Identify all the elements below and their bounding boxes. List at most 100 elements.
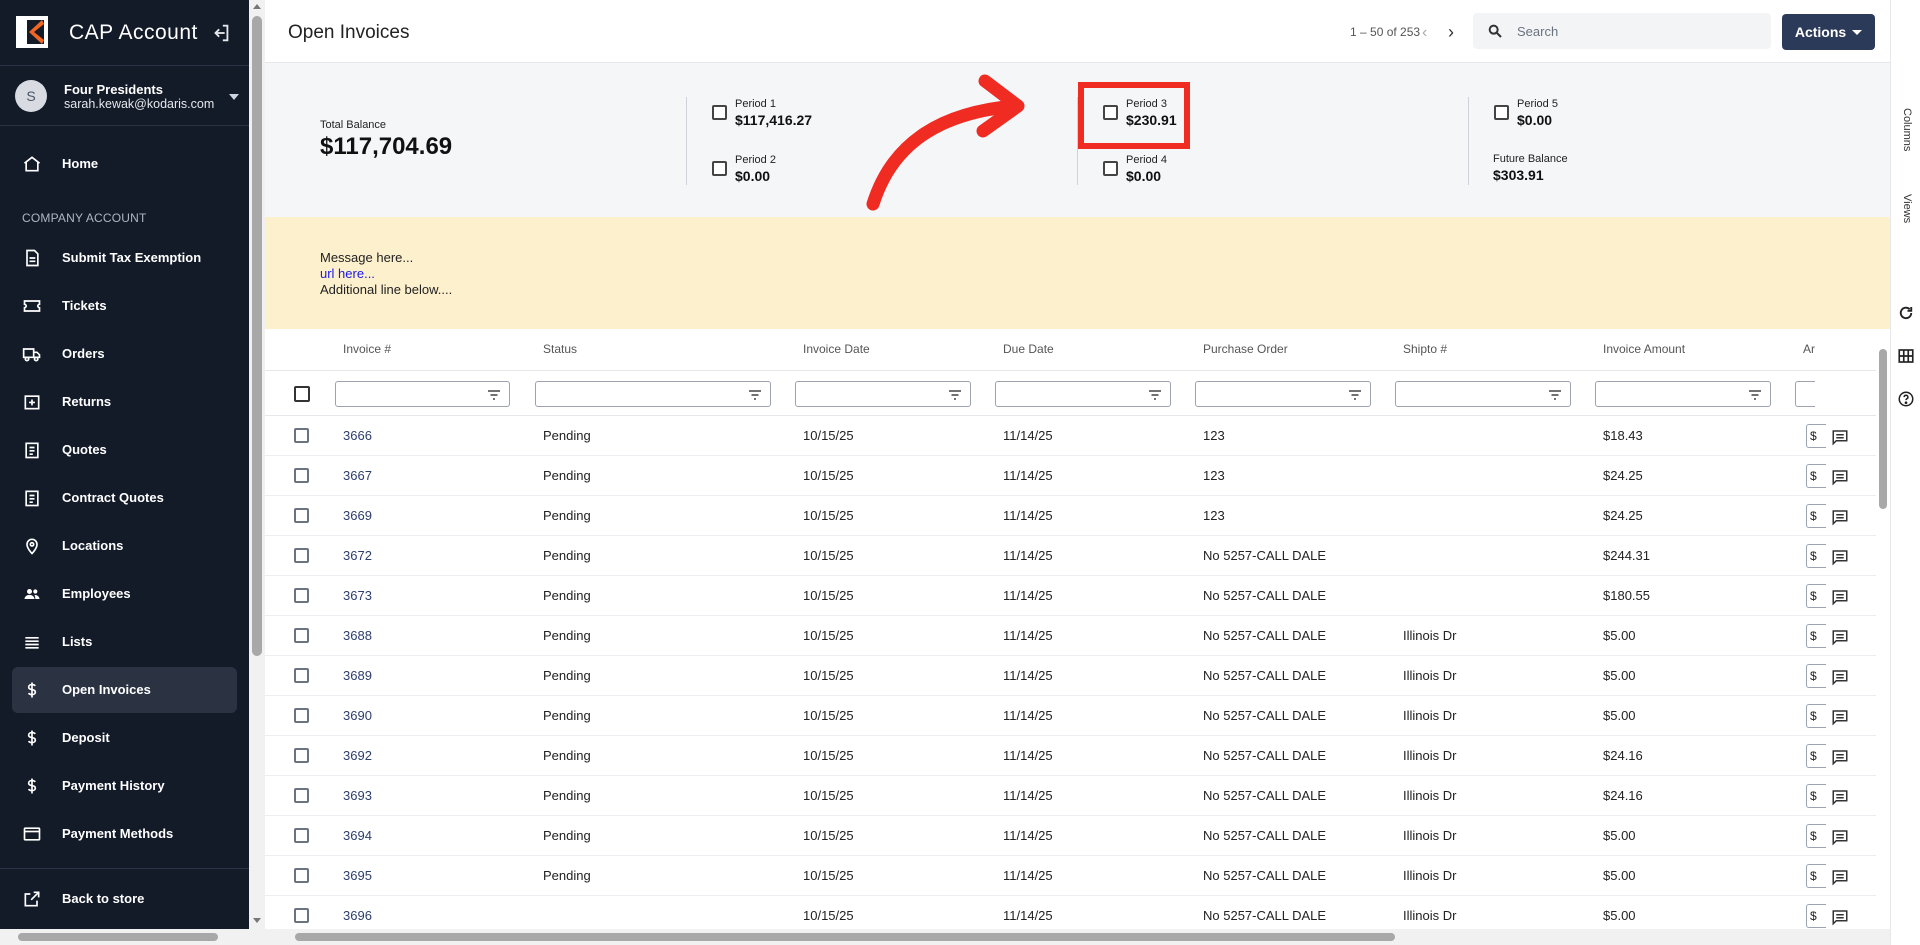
sidebar-item-contract-quotes[interactable]: Contract Quotes: [12, 475, 237, 521]
comment-icon[interactable]: [1831, 628, 1849, 646]
table-row[interactable]: 3669 Pending 10/15/25 11/14/25 123 $24.25 $: [265, 496, 1876, 536]
filter-icon[interactable]: [1348, 389, 1362, 401]
filter-input-invoice-amount[interactable]: [1595, 381, 1771, 407]
comment-icon[interactable]: [1831, 668, 1849, 686]
sidebar-item-open-invoices[interactable]: Open Invoices: [12, 667, 237, 713]
invoice-number-link[interactable]: 3694: [343, 828, 372, 843]
column-header-invoice-amount[interactable]: Invoice Amount: [1603, 342, 1685, 356]
sidebar-horizontal-scrollbar[interactable]: [0, 929, 249, 945]
row-checkbox[interactable]: [294, 908, 309, 923]
scrollbar-thumb[interactable]: [295, 933, 1395, 941]
truncated-amount-input[interactable]: $: [1806, 904, 1826, 928]
sidebar-item-tickets[interactable]: Tickets: [12, 283, 237, 329]
truncated-amount-input[interactable]: $: [1806, 464, 1826, 488]
table-row[interactable]: 3692 Pending 10/15/25 11/14/25 No 5257-CALL …: [265, 736, 1876, 776]
select-all-checkbox[interactable]: [294, 386, 310, 402]
search-box[interactable]: [1473, 13, 1771, 49]
table-row[interactable]: 3693 Pending 10/15/25 11/14/25 No 5257-CALL …: [265, 776, 1876, 816]
sidebar-item-home[interactable]: Home: [12, 141, 237, 187]
invoice-number-link[interactable]: 3673: [343, 588, 372, 603]
truncated-amount-input[interactable]: $: [1806, 624, 1826, 648]
filter-input-shipto[interactable]: [1395, 381, 1571, 407]
sidebar-item-payment-methods[interactable]: Payment Methods: [12, 811, 237, 857]
row-checkbox[interactable]: [294, 468, 309, 483]
filter-icon[interactable]: [1548, 389, 1562, 401]
row-checkbox[interactable]: [294, 508, 309, 523]
sidebar-item-locations[interactable]: Locations: [12, 523, 237, 569]
row-checkbox[interactable]: [294, 428, 309, 443]
table-row[interactable]: 3690 Pending 10/15/25 11/14/25 No 5257-CALL …: [265, 696, 1876, 736]
banner-link[interactable]: url here...: [320, 266, 375, 281]
search-input[interactable]: [1517, 21, 1757, 41]
chevron-left-icon[interactable]: ‹: [1422, 24, 1427, 42]
truncated-amount-input[interactable]: $: [1806, 824, 1826, 848]
truncated-amount-input[interactable]: $: [1806, 864, 1826, 888]
row-checkbox[interactable]: [294, 708, 309, 723]
invoice-number-link[interactable]: 3695: [343, 868, 372, 883]
invoice-number-link[interactable]: 3688: [343, 628, 372, 643]
scroll-up-icon[interactable]: [253, 4, 261, 9]
sidebar-item-employees[interactable]: Employees: [12, 571, 237, 617]
table-row[interactable]: 3695 Pending 10/15/25 11/14/25 No 5257-CALL …: [265, 856, 1876, 896]
filter-icon[interactable]: [948, 389, 962, 401]
actions-button[interactable]: Actions: [1782, 14, 1875, 50]
filter-input-invoice-date[interactable]: [795, 381, 971, 407]
column-header-invoice[interactable]: Invoice #: [343, 342, 391, 356]
invoice-number-link[interactable]: 3669: [343, 508, 372, 523]
column-header-status[interactable]: Status: [543, 342, 577, 356]
comment-icon[interactable]: [1831, 708, 1849, 726]
row-checkbox[interactable]: [294, 628, 309, 643]
row-checkbox[interactable]: [294, 748, 309, 763]
filter-icon[interactable]: [1748, 389, 1762, 401]
table-horizontal-scrollbar[interactable]: [265, 929, 1890, 945]
truncated-amount-input[interactable]: $: [1806, 584, 1826, 608]
period-5-checkbox[interactable]: [1494, 105, 1509, 120]
row-checkbox[interactable]: [294, 588, 309, 603]
truncated-amount-input[interactable]: $: [1806, 784, 1826, 808]
truncated-amount-input[interactable]: $: [1806, 704, 1826, 728]
column-header-shipto[interactable]: Shipto #: [1403, 342, 1447, 356]
truncated-amount-input[interactable]: $: [1806, 664, 1826, 688]
table-row[interactable]: 3672 Pending 10/15/25 11/14/25 No 5257-CALL …: [265, 536, 1876, 576]
invoice-number-link[interactable]: 3666: [343, 428, 372, 443]
period-4-checkbox[interactable]: [1103, 161, 1118, 176]
table-row[interactable]: 3696 10/15/25 11/14/25 No 5257-CALL DALE Ill…: [265, 896, 1876, 929]
filter-icon[interactable]: [487, 389, 501, 401]
sidebar-item-returns[interactable]: Returns: [12, 379, 237, 425]
column-header-invoice-date[interactable]: Invoice Date: [803, 342, 870, 356]
filter-input-due-date[interactable]: [995, 381, 1171, 407]
row-checkbox[interactable]: [294, 668, 309, 683]
refresh-icon[interactable]: [1897, 304, 1915, 322]
chevron-right-icon[interactable]: ›: [1448, 22, 1454, 43]
filter-icon[interactable]: [1148, 389, 1162, 401]
brand-logo-icon[interactable]: [16, 16, 48, 48]
filter-input-status[interactable]: [535, 381, 771, 407]
columns-panel-toggle[interactable]: Columns: [1901, 108, 1913, 151]
comment-icon[interactable]: [1831, 428, 1849, 446]
sidebar-item-submit-tax-exemption[interactable]: Submit Tax Exemption: [12, 235, 237, 281]
sidebar-item-deposit[interactable]: Deposit: [12, 715, 237, 761]
column-header-due-date[interactable]: Due Date: [1003, 342, 1054, 356]
filter-input-truncated[interactable]: [1795, 381, 1815, 407]
comment-icon[interactable]: [1831, 908, 1849, 926]
back-to-store-link[interactable]: Back to store: [12, 876, 237, 922]
column-header-purchase-order[interactable]: Purchase Order: [1203, 342, 1288, 356]
table-row[interactable]: 3673 Pending 10/15/25 11/14/25 No 5257-CALL …: [265, 576, 1876, 616]
sidebar-item-lists[interactable]: Lists: [12, 619, 237, 665]
table-row[interactable]: 3689 Pending 10/15/25 11/14/25 No 5257-CALL …: [265, 656, 1876, 696]
scrollbar-thumb[interactable]: [252, 16, 262, 656]
table-row[interactable]: 3688 Pending 10/15/25 11/14/25 No 5257-CALL …: [265, 616, 1876, 656]
table-row[interactable]: 3666 Pending 10/15/25 11/14/25 123 $18.43 $: [265, 416, 1876, 456]
invoice-number-link[interactable]: 3696: [343, 908, 372, 923]
period-1-checkbox[interactable]: [712, 105, 727, 120]
sidebar-scrollbar[interactable]: [249, 0, 265, 945]
comment-icon[interactable]: [1831, 548, 1849, 566]
comment-icon[interactable]: [1831, 828, 1849, 846]
account-switcher[interactable]: S Four Presidents sarah.kewak@kodaris.co…: [0, 66, 249, 126]
invoice-number-link[interactable]: 3689: [343, 668, 372, 683]
row-checkbox[interactable]: [294, 868, 309, 883]
truncated-amount-input[interactable]: $: [1806, 544, 1826, 568]
comment-icon[interactable]: [1831, 468, 1849, 486]
column-header-truncated[interactable]: Ar: [1803, 342, 1817, 356]
comment-icon[interactable]: [1831, 748, 1849, 766]
